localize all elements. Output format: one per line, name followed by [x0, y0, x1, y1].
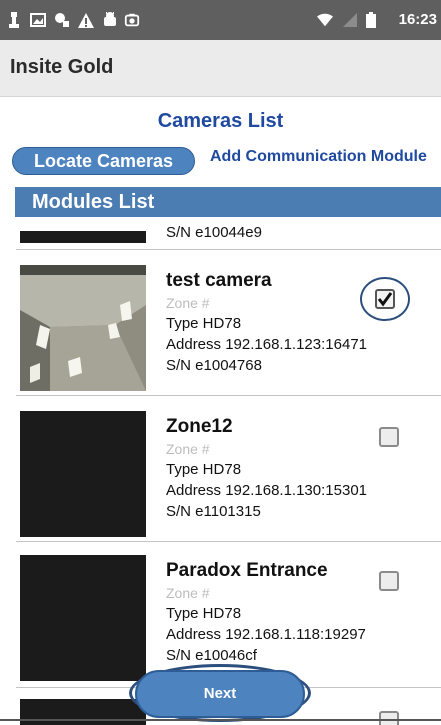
module-serial: S/N e10044e9	[166, 224, 262, 241]
module-address: Address 192.168.1.123:16471	[166, 336, 367, 353]
module-info: Paradox Entrance Zone # Type HD78 Addres…	[166, 559, 366, 666]
checkmark-icon	[377, 292, 393, 307]
next-button[interactable]: Next	[135, 670, 305, 718]
page-title: Cameras List	[157, 110, 284, 132]
bottom-divider	[0, 719, 441, 721]
locate-cameras-button[interactable]: Locate Cameras	[12, 147, 195, 175]
module-name: Paradox Entrance	[166, 560, 328, 581]
module-type: Type HD78	[166, 461, 242, 478]
module-serial: S/N e1004768	[166, 357, 262, 374]
divider	[16, 541, 441, 542]
list-item[interactable]: S/N e10044e9	[0, 217, 441, 247]
modules-list[interactable]: S/N e10044e9 test camera Zone # Type HD7…	[0, 217, 441, 725]
gallery-icon	[30, 12, 46, 28]
module-type: Type HD78	[166, 605, 242, 622]
warning-icon	[78, 12, 94, 28]
select-checkbox[interactable]	[379, 571, 399, 591]
camera-thumbnail	[20, 265, 146, 391]
camera-thumbnail	[20, 555, 146, 681]
android-icon	[102, 12, 118, 28]
select-checkbox[interactable]	[379, 427, 399, 447]
select-checkbox[interactable]	[379, 711, 399, 725]
add-communication-module-link[interactable]: Add Communication Module	[210, 148, 427, 166]
module-type: Type HD78	[166, 315, 242, 332]
module-serial: S/N e1101315	[166, 503, 261, 520]
app-title: Insite Gold	[10, 56, 114, 78]
module-zone: Zone #	[166, 295, 210, 311]
divider	[16, 249, 441, 250]
list-item[interactable]: test camera Zone # Type HD78 Address 192…	[0, 265, 441, 405]
app-bar: Insite Gold	[0, 40, 441, 97]
module-address: Address 192.168.1.130:15301	[166, 482, 367, 499]
divider	[16, 395, 441, 396]
module-info: Zone12 Zone # Type HD78 Address 192.168.…	[166, 415, 367, 522]
status-time: 16:23	[398, 11, 437, 28]
module-info: test camera Zone # Type HD78 Address 192…	[166, 269, 367, 376]
camera-thumbnail	[20, 699, 146, 725]
wifi-icon	[317, 12, 333, 28]
notification-icon	[6, 12, 22, 28]
list-item[interactable]: Zone12 Zone # Type HD78 Address 192.168.…	[0, 411, 441, 551]
module-name: test camera	[166, 270, 272, 291]
usb-icon	[54, 12, 70, 28]
camera-thumbnail	[20, 411, 146, 537]
battery-icon	[363, 12, 379, 28]
module-name: Zone12	[166, 416, 233, 437]
signal-icon	[342, 12, 358, 28]
status-bar: 16:23	[0, 0, 441, 40]
module-address: Address 192.168.1.118:19297	[166, 626, 366, 643]
select-checkbox[interactable]	[375, 289, 395, 309]
module-zone: Zone #	[166, 441, 210, 457]
module-serial: S/N e10046cf	[166, 647, 257, 664]
modules-list-header: Modules List	[15, 187, 441, 217]
module-zone: Zone #	[166, 585, 210, 601]
camera-thumbnail	[20, 231, 146, 243]
photo-icon	[124, 12, 140, 28]
